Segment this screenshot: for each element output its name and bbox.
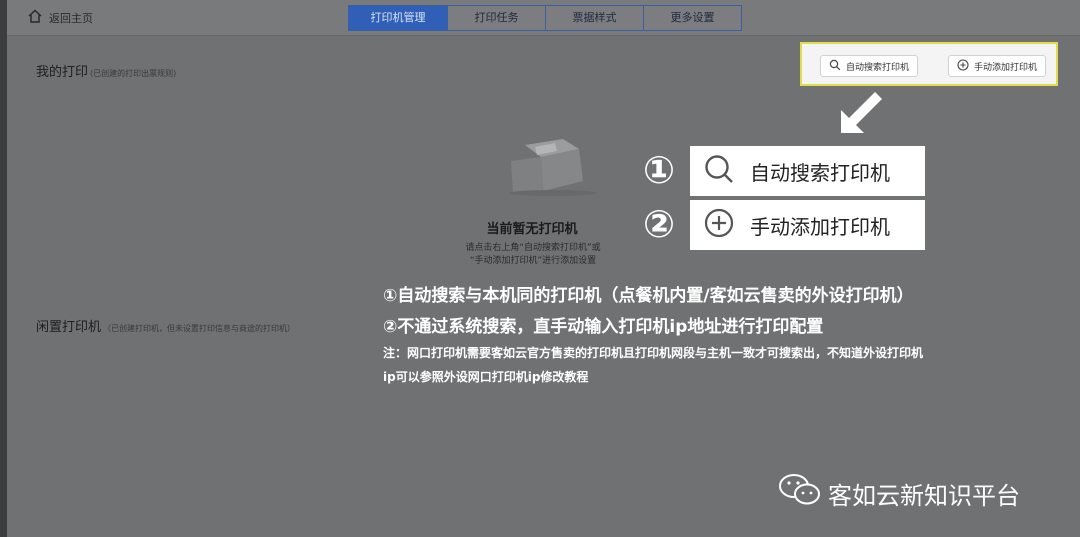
pointer-arrow-icon xyxy=(841,92,882,133)
home-label: 返回主页 xyxy=(49,11,93,25)
highlight-box: 自动搜索打印机 手动添加打印机 xyxy=(800,42,1058,86)
watermark-text: 客如云新知识平台 xyxy=(828,481,1020,510)
auto-search-printer-button[interactable]: 自动搜索打印机 xyxy=(820,55,919,77)
home-link[interactable]: 返回主页 xyxy=(27,8,93,27)
search-icon xyxy=(829,59,841,74)
empty-hint-line-2: “手动添加打印机”进行添加设置 xyxy=(469,256,597,266)
note-line-1: ①自动搜索与本机同的打印机（点餐机内置/客如云售卖的外设打印机） xyxy=(383,286,914,306)
idle-printers-heading: 闲置打印机 （已创建打印机，但未设置打印信息与商途的打印机） xyxy=(36,316,295,335)
callout-auto-search-button: 自动搜索打印机 xyxy=(690,146,925,196)
note-line-2: ②不通过系统搜索，直手动输入打印机ip地址进行打印配置 xyxy=(383,317,824,337)
tab-print-tasks[interactable]: 打印任务 xyxy=(447,6,545,30)
my-printers-subtitle: (已创建的打印出票规则) xyxy=(90,69,177,78)
manual-add-printer-button[interactable]: 手动添加打印机 xyxy=(948,55,1047,77)
empty-hint-line-1: 请点击右上角“自动搜索打印机”或 xyxy=(465,243,601,253)
manual-add-printer-label: 手动添加打印机 xyxy=(974,62,1038,73)
empty-state-hint: 请点击右上角“自动搜索打印机”或 “手动添加打印机”进行添加设置 xyxy=(440,242,626,268)
tab-receipt-style[interactable]: 票据样式 xyxy=(545,6,643,30)
note-line-3: 注：网口打印机需要客如云官方售卖的打印机且打印机网段与主机一致才可搜索出，不知道… xyxy=(383,346,924,360)
wechat-icon xyxy=(778,472,822,514)
printer-illustration-icon xyxy=(509,139,597,196)
callout-auto-search-label: 自动搜索打印机 xyxy=(750,160,890,185)
tab-more-settings[interactable]: 更多设置 xyxy=(643,6,741,30)
plus-circle-icon xyxy=(957,58,969,74)
my-printers-heading: 我的打印 (已创建的打印出票规则) xyxy=(36,61,176,80)
home-icon xyxy=(27,8,43,27)
tab-printer-management[interactable]: 打印机管理 xyxy=(349,6,447,30)
tab-bar: 打印机管理 打印任务 票据样式 更多设置 xyxy=(348,5,742,31)
left-edge-strip xyxy=(0,0,7,537)
auto-search-printer-label: 自动搜索打印机 xyxy=(846,62,910,73)
watermark: 客如云新知识平台 xyxy=(778,472,1020,514)
my-printers-title: 我的打印 xyxy=(36,65,89,80)
callout-manual-add-label: 手动添加打印机 xyxy=(750,214,890,239)
callout-number-1: ① xyxy=(643,148,676,192)
callout-number-2: ② xyxy=(643,202,676,246)
idle-printers-subtitle: （已创建打印机，但未设置打印信息与商途的打印机） xyxy=(103,324,296,333)
idle-printers-title: 闲置打印机 xyxy=(36,320,102,335)
empty-state-title: 当前暂无打印机 xyxy=(486,222,578,237)
search-icon xyxy=(702,152,736,191)
top-bar: 返回主页 打印机管理 打印任务 票据样式 更多设置 xyxy=(7,0,1080,36)
callout-manual-add-button: 手动添加打印机 xyxy=(690,200,925,250)
plus-circle-icon xyxy=(702,206,736,245)
note-line-4: ip可以参照外设网口打印机ip修改教程 xyxy=(383,370,589,384)
